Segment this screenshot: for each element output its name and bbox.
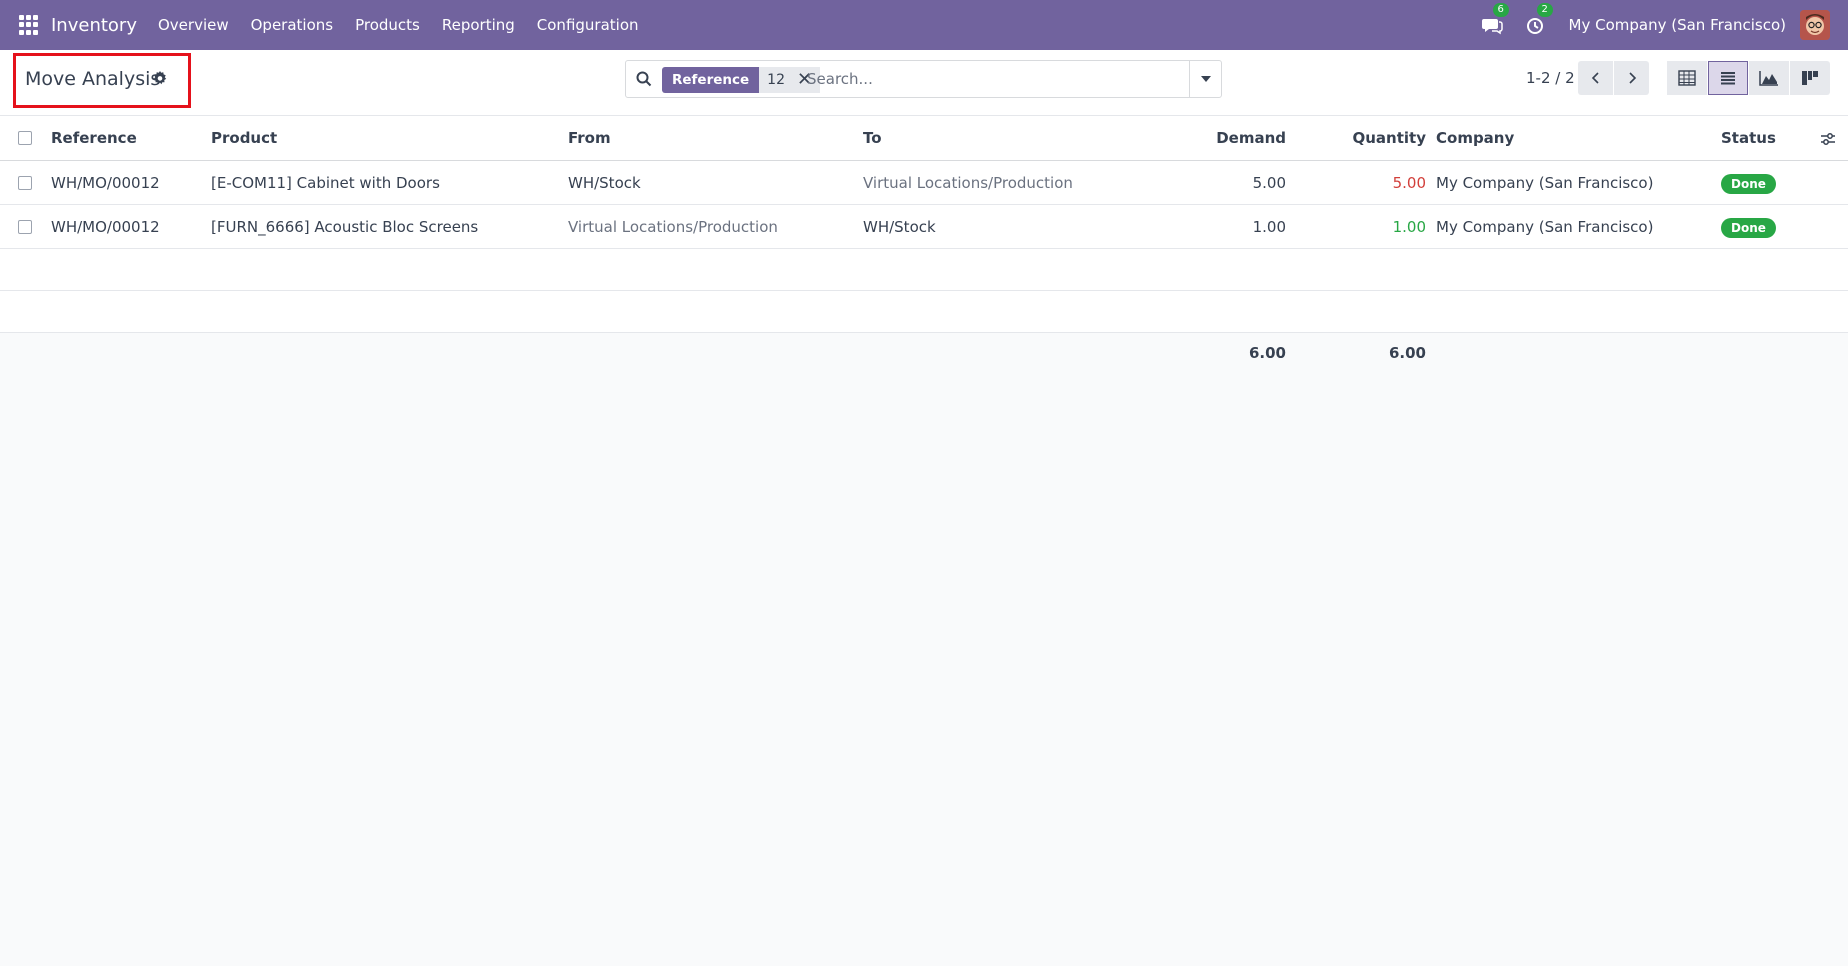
row-checkbox[interactable]: [18, 220, 32, 234]
app-name[interactable]: Inventory: [51, 15, 137, 36]
column-header-product[interactable]: Product: [211, 116, 277, 160]
status-badge: Done: [1721, 218, 1776, 238]
menu-reporting[interactable]: Reporting: [431, 16, 526, 34]
cell-demand: 1.00: [1252, 218, 1286, 236]
cell-status: Done: [1721, 205, 1776, 249]
column-header-company[interactable]: Company: [1436, 116, 1514, 160]
column-header-to[interactable]: To: [863, 116, 882, 160]
table-row[interactable]: WH/MO/00012 [E-COM11] Cabinet with Doors…: [0, 161, 1848, 205]
cell-demand: 5.00: [1252, 174, 1286, 192]
kanban-view-button[interactable]: [1790, 61, 1830, 95]
pivot-icon: [1678, 70, 1696, 86]
pager-value[interactable]: 1-2 / 2: [1526, 69, 1575, 87]
pivot-view-button[interactable]: [1667, 61, 1707, 95]
cell-to: Virtual Locations/Production: [863, 174, 1073, 192]
clock-icon[interactable]: 2: [1525, 3, 1553, 36]
list-icon: [1721, 72, 1735, 85]
graph-icon: [1759, 71, 1778, 86]
search-bar: Reference 12 ✕: [625, 60, 1222, 98]
control-panel: Move Analysis Reference 12 ✕ 1-2 / 2: [0, 50, 1848, 116]
graph-view-button[interactable]: [1749, 61, 1789, 95]
list-view-button[interactable]: [1708, 61, 1748, 95]
empty-row: [0, 249, 1848, 291]
cell-from: WH/Stock: [568, 174, 641, 192]
table-row[interactable]: WH/MO/00012 [FURN_6666] Acoustic Bloc Sc…: [0, 205, 1848, 249]
chevron-right-icon: [1628, 72, 1636, 84]
select-all-checkbox[interactable]: [18, 131, 32, 145]
menu-products[interactable]: Products: [344, 16, 431, 34]
column-header-quantity[interactable]: Quantity: [1300, 116, 1427, 160]
top-navbar: Inventory Overview Operations Products R…: [0, 0, 1848, 50]
kanban-icon: [1802, 71, 1818, 85]
cell-reference: WH/MO/00012: [51, 174, 160, 192]
move-analysis-list: Reference Product From To Demand Quantit…: [0, 116, 1848, 373]
apps-icon[interactable]: [19, 15, 39, 35]
column-header-status[interactable]: Status: [1721, 116, 1776, 160]
cell-quantity: 1.00: [1392, 218, 1426, 236]
cell-quantity: 5.00: [1392, 174, 1426, 192]
activities-badge: 2: [1536, 3, 1553, 17]
pager-previous-button[interactable]: [1578, 61, 1613, 95]
cell-to: WH/Stock: [863, 218, 936, 236]
total-quantity: 6.00: [1388, 344, 1426, 362]
column-header-demand[interactable]: Demand: [1160, 116, 1286, 160]
gear-icon[interactable]: [152, 70, 168, 86]
cell-reference: WH/MO/00012: [51, 218, 160, 236]
column-settings-icon[interactable]: [1819, 130, 1837, 148]
column-header-from[interactable]: From: [568, 116, 611, 160]
cell-product: [FURN_6666] Acoustic Bloc Screens: [211, 218, 479, 236]
avatar[interactable]: [1800, 10, 1830, 40]
facet-value-text: 12: [767, 72, 785, 88]
company-switcher[interactable]: My Company (San Francisco): [1569, 16, 1786, 34]
menu-configuration[interactable]: Configuration: [526, 16, 650, 34]
column-header-reference[interactable]: Reference: [51, 116, 137, 160]
total-demand: 6.00: [1248, 344, 1286, 362]
chat-icon[interactable]: 6: [1481, 3, 1509, 36]
cell-product: [E-COM11] Cabinet with Doors: [211, 174, 440, 192]
chevron-down-icon: [1200, 76, 1211, 82]
cell-company: My Company (San Francisco): [1436, 218, 1654, 236]
search-options-toggle[interactable]: [1189, 61, 1221, 97]
menu-operations[interactable]: Operations: [240, 16, 344, 34]
cell-status: Done: [1721, 161, 1776, 205]
row-checkbox[interactable]: [18, 176, 32, 190]
title-highlight: Move Analysis: [13, 53, 191, 108]
table-header: Reference Product From To Demand Quantit…: [0, 116, 1848, 161]
pager-next-button[interactable]: [1614, 61, 1649, 95]
cell-from: Virtual Locations/Production: [568, 218, 778, 236]
chevron-left-icon: [1591, 72, 1599, 84]
table-footer-totals: 6.00 6.00: [0, 333, 1848, 373]
cell-company: My Company (San Francisco): [1436, 174, 1654, 192]
messages-badge: 6: [1492, 3, 1509, 17]
menu-overview[interactable]: Overview: [147, 16, 240, 34]
empty-row: [0, 291, 1848, 333]
search-icon: [635, 70, 653, 88]
search-input[interactable]: [807, 66, 1167, 92]
status-badge: Done: [1721, 174, 1776, 194]
search-facet: Reference 12 ✕: [662, 67, 821, 93]
page-title: Move Analysis: [25, 68, 161, 90]
facet-label: Reference: [662, 67, 760, 93]
